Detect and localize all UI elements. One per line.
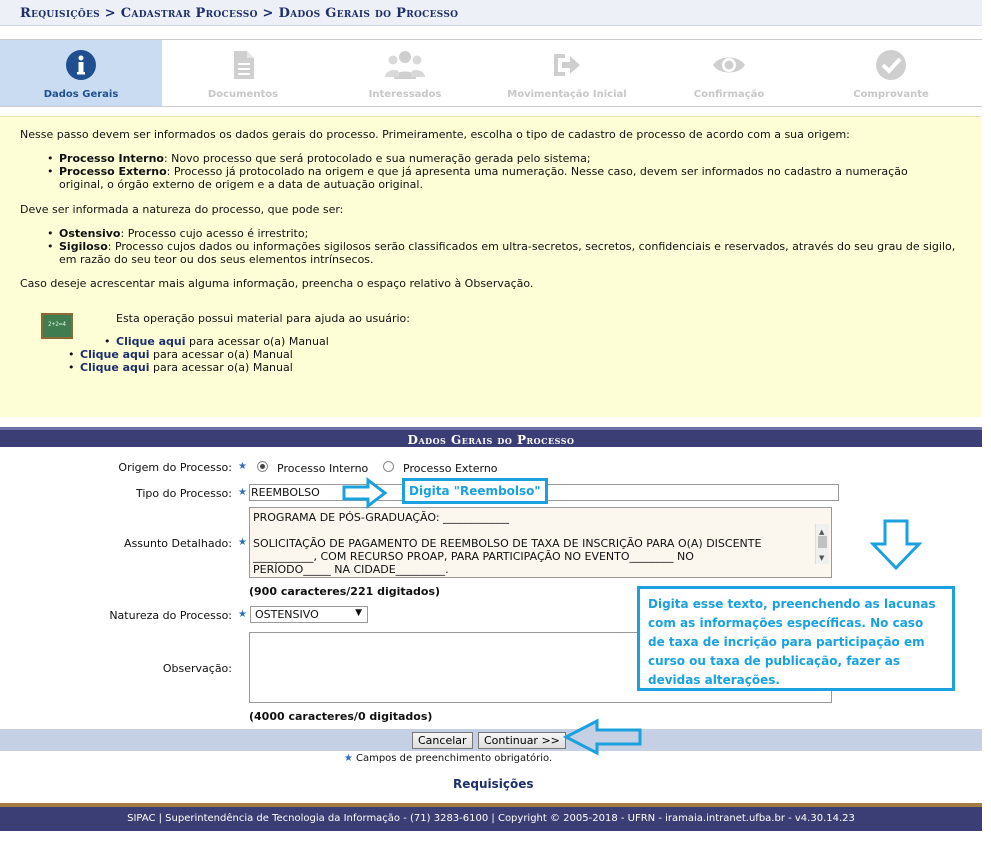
chalkboard-icon: 2+2=4 <box>41 313 73 339</box>
manual-link-list-2: Clique aqui para acessar o(a) Manual Cli… <box>68 348 293 374</box>
step-documentos[interactable]: Documentos <box>162 40 324 106</box>
button-bar: Cancelar Continuar >> <box>0 729 982 751</box>
sign-out-icon <box>554 54 580 76</box>
step-dados-gerais[interactable]: Dados Gerais <box>0 40 162 106</box>
list-item: Clique aqui para acessar o(a) Manual <box>68 361 293 374</box>
step-movimentacao-inicial[interactable]: Movimentação Inicial <box>486 40 648 106</box>
list-item: Processo Externo: Processo já protocolad… <box>47 165 947 191</box>
assunto-counter: (900 caracteres/221 digitados) <box>249 585 441 598</box>
footer: SIPAC | Superintendência de Tecnologia d… <box>0 803 982 831</box>
tipo-label: Tipo do Processo: <box>135 487 232 500</box>
radio-processo-interno[interactable] <box>257 461 268 472</box>
manual-link[interactable]: Clique aqui <box>80 361 150 374</box>
required-star-icon: ★ <box>343 753 353 764</box>
step-interessados[interactable]: Interessados <box>324 40 486 106</box>
list-item: Clique aqui para acessar o(a) Manual <box>68 348 293 361</box>
origin-list: Processo Interno: Novo processo que será… <box>47 152 947 191</box>
cancel-button[interactable]: Cancelar <box>412 732 473 749</box>
list-item: Sigiloso: Processo cujos dados ou inform… <box>47 240 957 266</box>
natureza-label: Natureza do Processo: <box>109 609 232 622</box>
document-icon <box>234 51 254 79</box>
breadcrumb-text: Requisições > Cadastrar Processo > Dados… <box>20 6 459 21</box>
required-star-icon: ★ <box>238 487 247 498</box>
manual-link-list-1: Clique aqui para acessar o(a) Manual <box>104 335 329 348</box>
step-confirmacao[interactable]: Confirmação <box>648 40 810 106</box>
radio-label-externo: Processo Externo <box>403 462 498 475</box>
info-icon <box>66 50 96 80</box>
arrow-left-icon <box>563 718 642 756</box>
step-comprovante[interactable]: Comprovante <box>810 40 972 106</box>
assunto-textarea[interactable]: PROGRAMA DE PÓS-GRADUAÇÃO: ____________ … <box>249 507 832 578</box>
observacao-label: Observação: <box>162 662 232 675</box>
step-label: Confirmação <box>693 89 765 100</box>
list-item: Processo Interno: Novo processo que será… <box>47 152 947 165</box>
scrollbar[interactable]: ▲ ▼ <box>815 524 829 564</box>
help-panel: Nesse passo devem ser informados os dado… <box>0 116 981 417</box>
assunto-hint-callout: Digita esse texto, preenchendo as lacuna… <box>637 586 955 691</box>
arrow-right-icon <box>342 477 388 509</box>
step-label: Movimentação Inicial <box>507 89 627 100</box>
obs-help: Caso deseje acrescentar mais alguma info… <box>20 277 534 290</box>
step-label: Dados Gerais <box>43 89 119 100</box>
requisicoes-link[interactable]: Requisições <box>453 777 534 791</box>
step-label: Comprovante <box>853 89 929 100</box>
radio-processo-externo[interactable] <box>383 461 394 472</box>
natureza-select[interactable]: OSTENSIVO ▼ <box>250 606 368 623</box>
users-icon <box>385 51 425 79</box>
help-intro: Nesse passo devem ser informados os dado… <box>20 128 850 141</box>
material-text: Esta operação possui material para ajuda… <box>116 312 410 325</box>
breadcrumb: Requisições > Cadastrar Processo > Dados… <box>0 0 982 26</box>
wizard-steps: Dados Gerais Documentos Interessados Mov… <box>0 39 982 107</box>
assunto-label: Assunto Detalhado: <box>124 537 232 550</box>
arrow-down-icon <box>869 519 923 571</box>
required-note: ★ Campos de preenchimento obrigatório. <box>343 753 553 764</box>
nature-intro: Deve ser informada a natureza do process… <box>20 203 344 216</box>
required-star-icon: ★ <box>238 609 247 620</box>
list-item: Ostensivo: Processo cujo acesso é irrest… <box>47 227 957 240</box>
continue-button[interactable]: Continuar >> <box>478 732 566 749</box>
origem-label: Origem do Processo: <box>118 461 232 474</box>
check-icon <box>876 50 906 80</box>
manual-link[interactable]: Clique aqui <box>116 335 186 348</box>
list-item: Clique aqui para acessar o(a) Manual <box>104 335 329 348</box>
required-star-icon: ★ <box>238 461 247 472</box>
eye-icon <box>713 57 745 73</box>
observacao-counter: (4000 caracteres/0 digitados) <box>249 710 433 723</box>
step-label: Interessados <box>368 89 442 100</box>
tipo-hint-callout: Digita "Reembolso" <box>402 478 548 504</box>
radio-label-interno: Processo Interno <box>277 462 369 475</box>
nature-list: Ostensivo: Processo cujo acesso é irrest… <box>47 227 957 266</box>
step-label: Documentos <box>207 89 279 100</box>
required-star-icon: ★ <box>238 537 247 548</box>
chevron-down-icon: ▼ <box>355 608 362 618</box>
section-title: Dados Gerais do Processo <box>0 427 982 447</box>
manual-link[interactable]: Clique aqui <box>80 348 150 361</box>
